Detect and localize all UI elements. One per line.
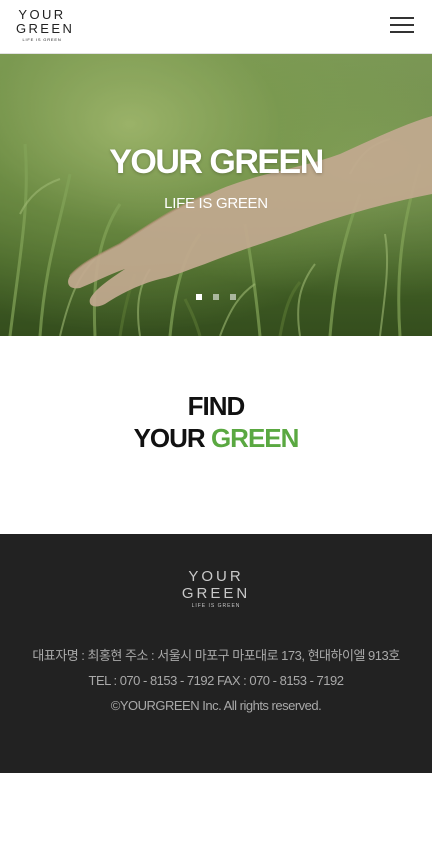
slider-dot-2[interactable] [213,294,219,300]
find-your-green-section: FIND YOUR GREEN [0,336,432,534]
logo-tagline: LIFE IS GREEN [22,37,62,42]
footer-copyright: ©YOURGREEN Inc. All rights reserved. [110,698,322,713]
logo-line2: GREEN [16,21,75,36]
find-heading-line1: FIND [187,391,246,421]
footer-logo-tagline: LIFE IS GREEN [191,603,241,609]
site-footer: YOUR GREEN LIFE IS GREEN 대표자명 : 최홍현 주소 :… [0,534,432,773]
hero-subtitle: LIFE IS GREEN [164,195,268,212]
slider-pagination [195,294,239,300]
footer-logo-line2: GREEN [181,585,251,602]
footer-logo: YOUR GREEN LIFE IS GREEN [180,568,252,614]
slider-dot-1[interactable] [196,294,202,300]
hamburger-menu-icon[interactable] [388,14,416,38]
find-heading-your: YOUR [133,423,206,453]
logo-line1: YOUR [18,7,66,22]
find-heading-line2: YOUR GREEN [0,422,432,454]
site-header: YOUR GREEN LIFE IS GREEN [0,0,432,54]
hero-title: YOUR GREEN [109,143,324,181]
hero-slider: YOUR GREEN LIFE IS GREEN [0,54,432,336]
footer-contact-info: TEL : 070 - 8153 - 7192 FAX : 070 - 8153… [88,673,344,688]
find-heading-green: GREEN [210,423,299,453]
footer-logo-line1: YOUR [188,568,244,585]
footer-company-info: 대표자명 : 최홍현 주소 : 서울시 마포구 마포대로 173, 현대하이엘 … [32,648,400,663]
site-logo[interactable]: YOUR GREEN LIFE IS GREEN [16,7,75,44]
slider-dot-3[interactable] [230,294,236,300]
